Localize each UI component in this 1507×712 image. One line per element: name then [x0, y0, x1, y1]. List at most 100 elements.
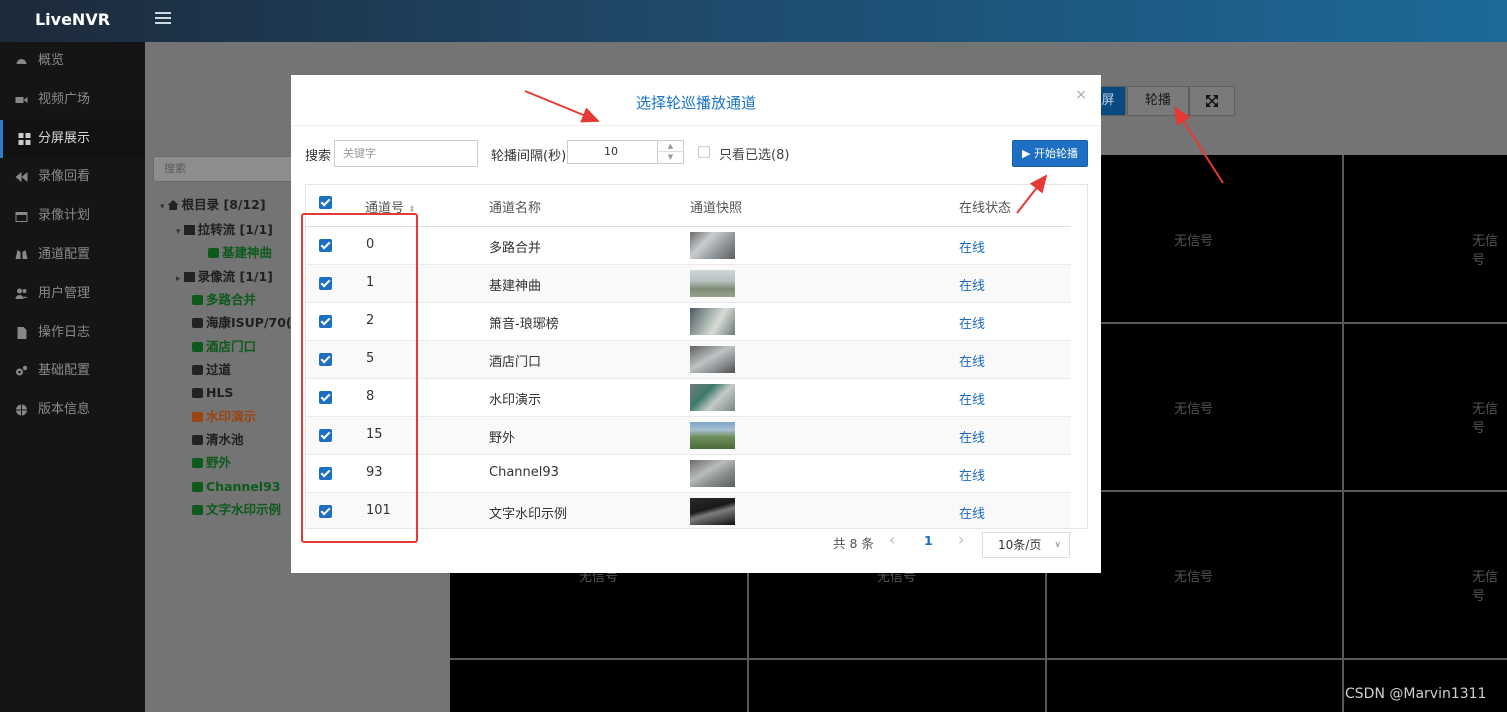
tree-node-channel[interactable]: 基建神曲 [208, 244, 272, 262]
table-row[interactable]: 8 水印演示 在线 [306, 379, 1071, 417]
tree-node-channel[interactable]: 酒店门口 [192, 338, 256, 356]
tree-search-input[interactable]: 搜索 [153, 156, 313, 182]
calendar-icon [15, 212, 28, 223]
gears-icon [16, 366, 28, 376]
table-row[interactable]: 5 酒店门口 在线 [306, 341, 1071, 379]
watermark-text: CSDN @Marvin1311 [1345, 686, 1487, 702]
next-page-icon[interactable]: › [958, 530, 964, 556]
camera-icon [192, 318, 203, 328]
pagination-total: 共 8 条 [833, 536, 874, 551]
sidebar-item-label: 通道配置 [38, 246, 91, 262]
channel-snapshot[interactable] [690, 460, 735, 487]
only-selected-label[interactable]: 只看已选(8) [719, 144, 789, 163]
sidebar-item-overview[interactable]: 概览 [0, 42, 145, 81]
interval-stepper[interactable]: 10 ▲ ▼ [567, 140, 684, 164]
channel-snapshot[interactable] [690, 232, 735, 259]
sidebar-item-split-screen[interactable]: 分屏展示 [0, 119, 145, 159]
status-online[interactable]: 在线 [959, 313, 985, 332]
menu-toggle-icon[interactable] [155, 10, 171, 24]
tree-node-channel[interactable]: HLS [192, 384, 233, 402]
sidebar-item-playback[interactable]: 录像回看 [0, 158, 145, 197]
table-row[interactable]: 0 多路合并 在线 [306, 227, 1071, 265]
fullscreen-button[interactable] [1189, 86, 1235, 116]
decrement-icon[interactable]: ▼ [658, 152, 683, 163]
page-size-select[interactable]: 10条/页 ∨ [982, 532, 1070, 558]
tree-node-pull-stream[interactable]: ▾ 拉转流 [1/1] [176, 221, 273, 239]
status-online[interactable]: 在线 [959, 465, 985, 484]
current-page[interactable]: 1 [924, 533, 933, 559]
prev-page-icon[interactable]: ‹ [889, 530, 895, 556]
start-tour-button[interactable]: ▶ 开始轮播 [1012, 140, 1088, 167]
tree-node-root[interactable]: ▾ 根目录 [8/12] [160, 196, 266, 214]
channel-snapshot[interactable] [690, 346, 735, 373]
expand-icon [1205, 94, 1219, 108]
status-online[interactable]: 在线 [959, 503, 985, 522]
tour-button[interactable]: 轮播 [1127, 86, 1189, 116]
channel-snapshot[interactable] [690, 498, 735, 525]
status-online[interactable]: 在线 [959, 351, 985, 370]
channel-name: 文字水印示例 [489, 507, 568, 522]
channel-snapshot[interactable] [690, 270, 735, 297]
table-row[interactable]: 93 Channel93 在线 [306, 455, 1071, 493]
status-online[interactable]: 在线 [959, 427, 985, 446]
tree-node-channel[interactable]: 过道 [192, 361, 231, 379]
home-icon [167, 200, 179, 210]
tree-node-channel[interactable]: 野外 [192, 454, 231, 472]
channel-snapshot[interactable] [690, 422, 735, 449]
camera-icon [208, 248, 219, 258]
column-header-name: 通道名称 [489, 201, 542, 216]
divider [291, 125, 1101, 126]
close-icon[interactable]: × [1075, 87, 1087, 103]
camera-icon [192, 388, 203, 398]
sidebar-item-user-manage[interactable]: 用户管理 [0, 275, 145, 314]
video-camera-icon [15, 96, 28, 103]
status-online[interactable]: 在线 [959, 389, 985, 408]
table-row[interactable]: 2 箫音-琅琊榜 在线 [306, 303, 1071, 341]
column-header-status: 在线状态 [959, 201, 1012, 216]
sidebar-item-label: 基础配置 [38, 363, 91, 379]
tree-node-channel[interactable]: Channel93 [192, 478, 280, 496]
brand-logo[interactable]: LiveNVR [0, 0, 145, 42]
sidebar-item-record-plan[interactable]: 录像计划 [0, 197, 145, 236]
only-selected-checkbox[interactable] [698, 146, 710, 158]
users-icon [15, 288, 28, 299]
globe-icon [16, 404, 27, 416]
tree-node-channel[interactable]: 水印演示 [192, 408, 256, 426]
channel-name: 酒店门口 [489, 355, 542, 370]
column-header-snapshot: 通道快照 [690, 201, 743, 216]
channel-table: 通道号 ⬍ 通道名称 通道快照 在线状态 0 多路合并 在线 1 基建神曲 在线… [305, 184, 1088, 529]
channel-name: 野外 [489, 431, 516, 446]
sidebar-item-operation-log[interactable]: 操作日志 [0, 314, 145, 353]
channel-snapshot[interactable] [690, 308, 735, 335]
sidebar-item-basic-config[interactable]: 基础配置 [0, 352, 145, 391]
tree-node-channel[interactable]: 文字水印示例 [192, 501, 281, 519]
sidebar-item-version[interactable]: 版本信息 [0, 391, 145, 430]
select-all-checkbox[interactable] [319, 196, 332, 209]
grid-icon [18, 132, 31, 145]
table-row[interactable]: 101 文字水印示例 在线 [306, 493, 1071, 528]
status-online[interactable]: 在线 [959, 275, 985, 294]
camera-icon [192, 505, 203, 515]
no-signal-label: 无信号 [1174, 570, 1214, 585]
binoculars-icon [15, 249, 28, 259]
tree-node-channel[interactable]: 多路合并 [192, 291, 256, 309]
tree-node-channel[interactable]: 海康ISUP/70(可 [192, 314, 304, 332]
sitemap-icon [183, 272, 195, 282]
sidebar-item-channel-config[interactable]: 通道配置 [0, 236, 145, 275]
table-row[interactable]: 15 野外 在线 [306, 417, 1071, 455]
camera-icon [192, 435, 203, 445]
increment-icon[interactable]: ▲ [658, 141, 683, 152]
sidebar-item-label: 分屏展示 [38, 130, 91, 146]
keyword-search-input[interactable]: 关键字 [334, 140, 478, 167]
status-online[interactable]: 在线 [959, 237, 985, 256]
table-row[interactable]: 1 基建神曲 在线 [306, 265, 1071, 303]
tree-node-channel[interactable]: 清水池 [192, 431, 244, 449]
sidebar-item-video-square[interactable]: 视频广场 [0, 81, 145, 120]
channel-name: 水印演示 [489, 393, 542, 408]
channel-snapshot[interactable] [690, 384, 735, 411]
sitemap-icon [183, 225, 195, 235]
chevron-down-icon: ∨ [1054, 540, 1061, 550]
tree-node-record-stream[interactable]: ▸ 录像流 [1/1] [176, 268, 273, 286]
no-signal-label: 无信号 [1174, 234, 1214, 249]
channel-name: Channel93 [489, 465, 559, 480]
